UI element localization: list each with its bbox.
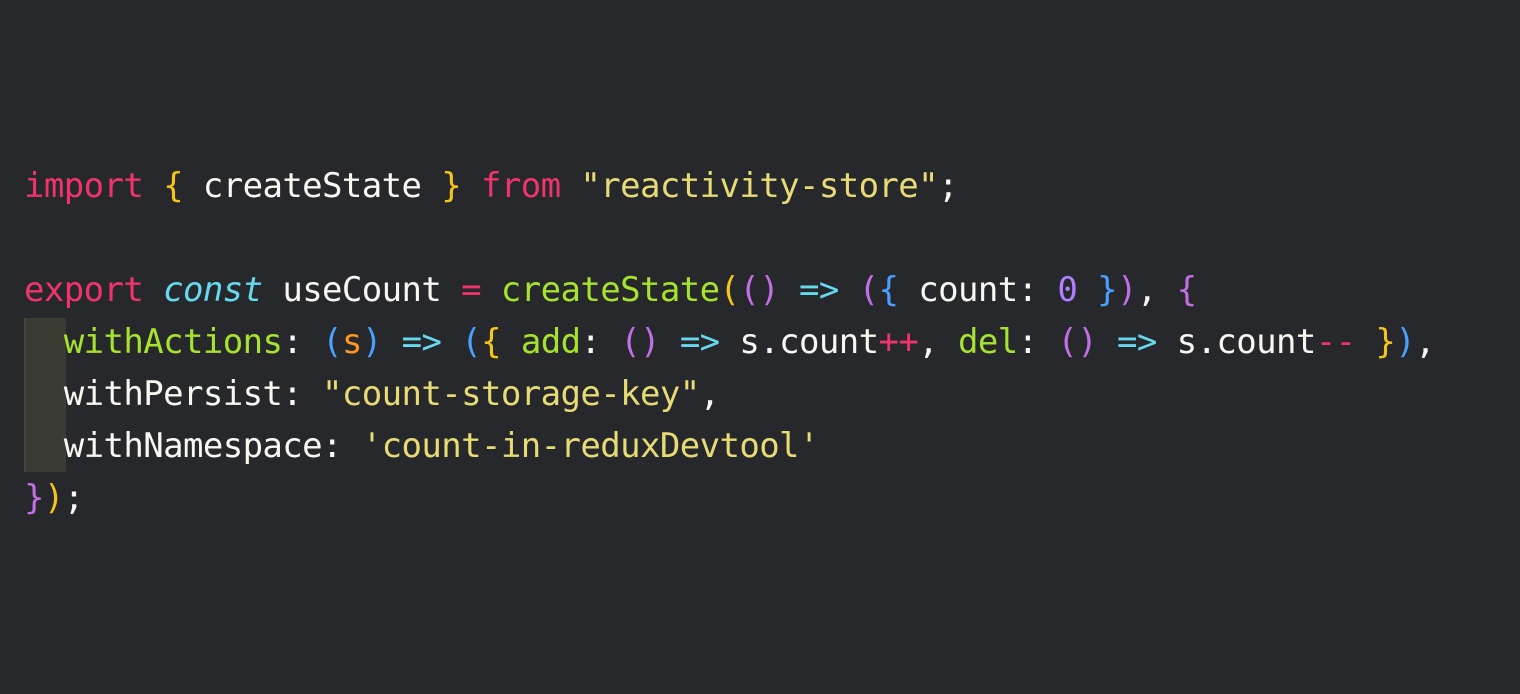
code-token: del [958, 322, 1018, 362]
code-token: ) [361, 322, 382, 362]
code-token: ) [1116, 270, 1137, 310]
code-token: () [620, 322, 660, 362]
code-token: ( [322, 322, 342, 362]
code-token: () [1057, 322, 1098, 362]
code-token: withActions [63, 322, 283, 362]
code-block[interactable]: import { createState } from "reactivity-… [24, 160, 1436, 524]
code-line[interactable]: }); [24, 472, 1435, 524]
code-line[interactable]: withNamespace: 'count-in-reduxDevtool' [24, 420, 1435, 472]
code-token: , [918, 322, 959, 362]
code-token: withPersist: [24, 374, 323, 414]
code-token: export [24, 270, 144, 310]
code-token: ; [938, 166, 958, 206]
code-line[interactable]: import { createState } from "reactivity-… [24, 160, 1435, 212]
code-token: ) [1395, 322, 1416, 362]
code-token: , [699, 374, 720, 414]
code-token: createState [182, 166, 442, 206]
code-token: ; [63, 478, 84, 518]
code-token: , [1136, 270, 1177, 310]
code-token: => [1117, 322, 1157, 362]
code-token: ) [43, 478, 64, 518]
code-token: } [1097, 270, 1117, 310]
code-token: from [481, 166, 561, 206]
code-token: ( [461, 322, 482, 362]
code-token: add [520, 322, 581, 362]
code-token: : [580, 322, 621, 362]
code-line[interactable]: withActions: (s) => ({ add: () => s.coun… [24, 316, 1436, 368]
code-token: = [461, 270, 482, 310]
code-token: { [163, 166, 183, 206]
code-token: count: [898, 270, 1058, 310]
code-line[interactable]: export const useCount = createState(() =… [24, 264, 1435, 316]
code-token: import [24, 166, 144, 206]
code-line[interactable] [24, 212, 1435, 264]
code-token: useCount [262, 270, 462, 310]
code-token: s [341, 322, 362, 362]
code-token: withNamespace: [24, 426, 362, 466]
code-token: { [1176, 270, 1197, 310]
code-line[interactable]: withPersist: "count-storage-key", [24, 368, 1435, 420]
code-token: { [481, 322, 501, 362]
code-token: ( [719, 270, 740, 310]
code-token: s.count [719, 322, 879, 362]
code-token: { [878, 270, 899, 310]
code-token: ( [858, 270, 879, 310]
code-token: } [1375, 322, 1396, 362]
code-token: , [1415, 322, 1435, 362]
code-token: 0 [1057, 270, 1078, 310]
code-token: : [282, 322, 323, 362]
code-token: "reactivity-store" [580, 166, 939, 206]
code-token: const [163, 270, 263, 310]
code-token: 'count-in-reduxDevtool' [361, 426, 820, 466]
code-editor[interactable]: import { createState } from "reactivity-… [0, 0, 1520, 694]
code-token: => [401, 322, 442, 362]
code-token: : [1017, 322, 1058, 362]
code-token: -- [1315, 322, 1356, 362]
code-token: createState [500, 270, 720, 310]
code-token: "count-storage-key" [322, 374, 700, 414]
code-token: => [679, 322, 720, 362]
code-token: () [739, 270, 780, 310]
code-token: } [24, 478, 44, 518]
code-token: } [441, 166, 462, 206]
code-token: ++ [878, 322, 919, 362]
code-token: => [798, 270, 839, 310]
code-token: s.count [1156, 322, 1317, 362]
